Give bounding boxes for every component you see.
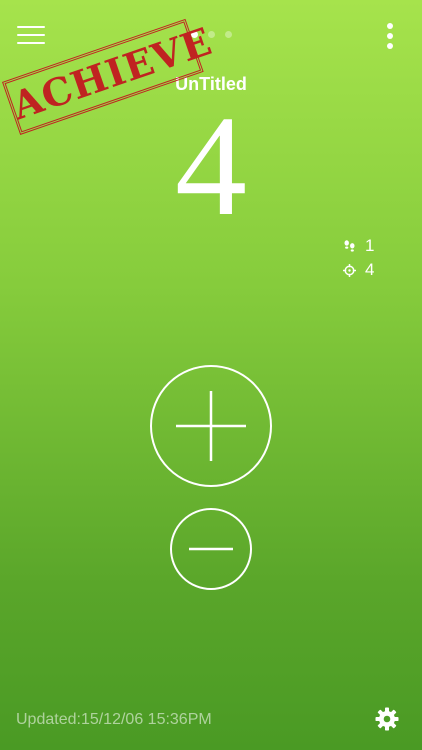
target-crosshair-icon: [343, 263, 356, 277]
gear-icon[interactable]: [375, 707, 399, 731]
stat-steps: 1: [343, 234, 374, 258]
stats-panel: 1 4: [343, 234, 374, 282]
more-options-icon[interactable]: [386, 23, 394, 49]
plus-icon: [176, 391, 246, 461]
last-updated-label: Updated:15/12/06 15:36PM: [16, 711, 212, 728]
stat-steps-value: 1: [365, 236, 375, 255]
hamburger-menu-icon[interactable]: [17, 26, 45, 44]
stat-target-value: 4: [365, 260, 375, 279]
counter-value: 4: [175, 87, 247, 246]
stat-target: 4: [343, 258, 374, 282]
page-dot-3[interactable]: [225, 31, 232, 38]
increment-button[interactable]: [150, 365, 272, 487]
footsteps-icon: [344, 239, 355, 252]
decrement-button[interactable]: [170, 508, 252, 590]
minus-icon: [189, 547, 233, 551]
